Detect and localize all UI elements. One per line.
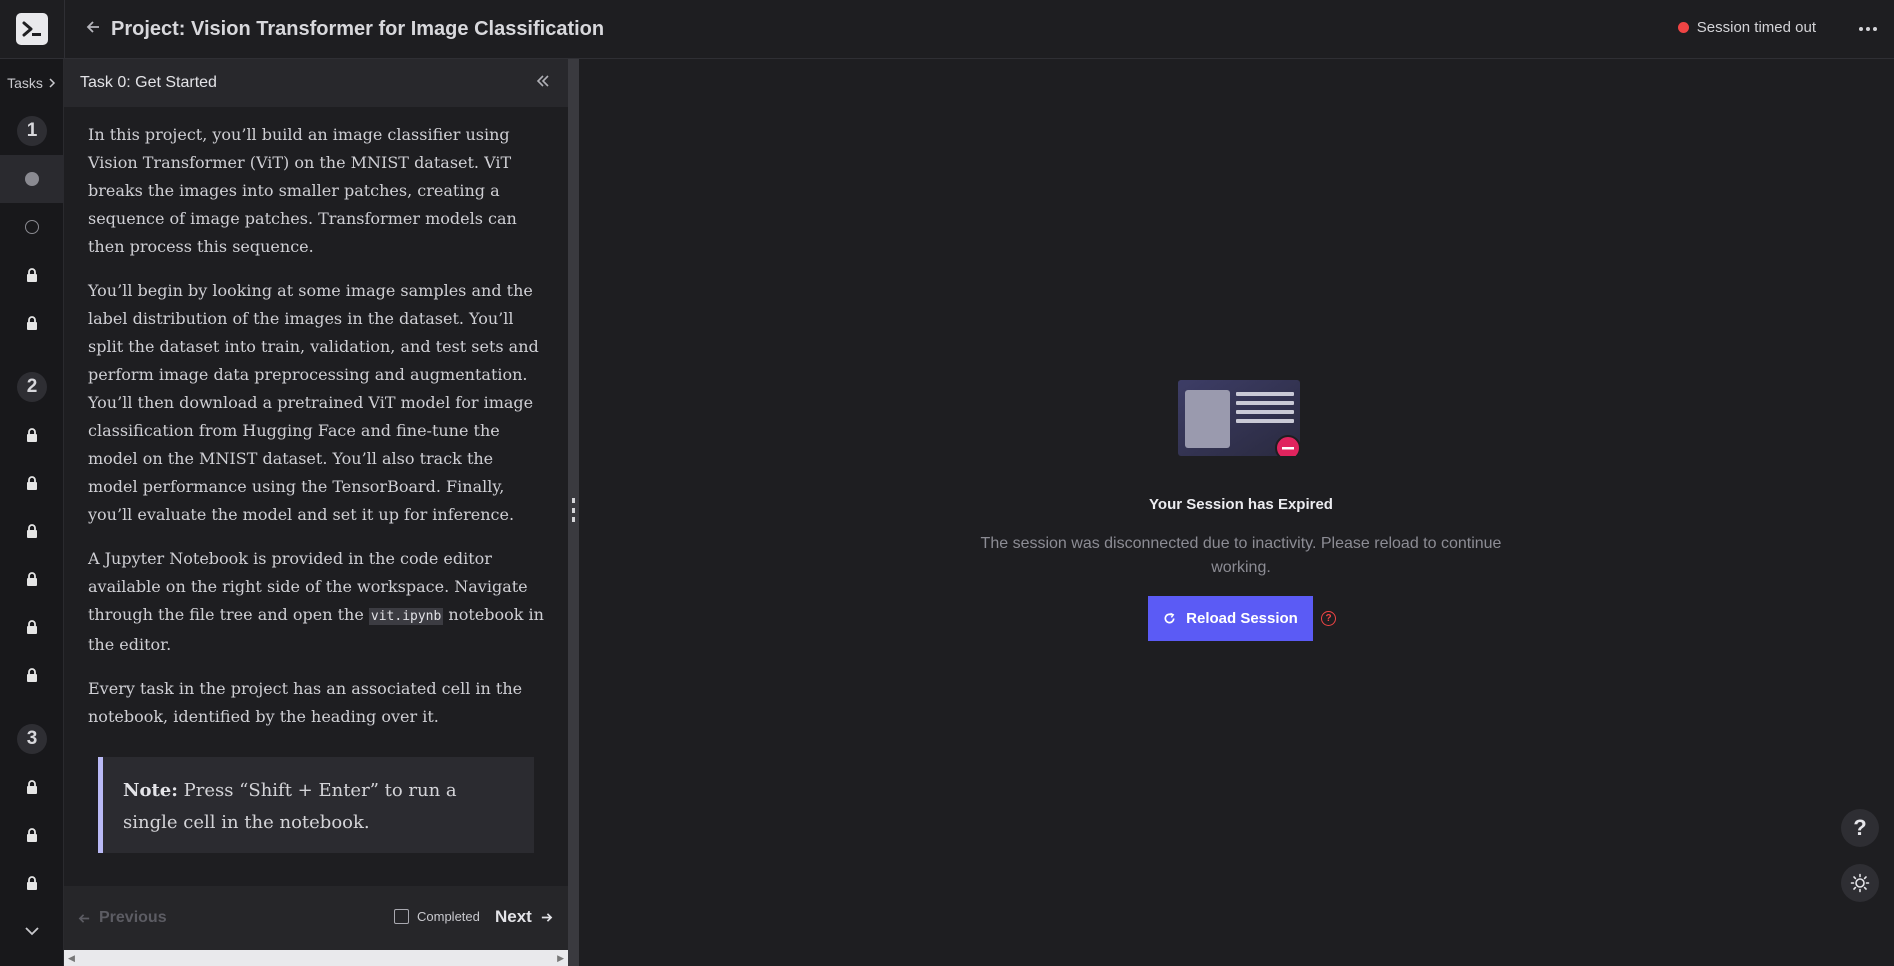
expired-description: The session was disconnected due to inac…	[980, 535, 1502, 576]
completed-label: Completed	[417, 909, 480, 924]
next-button[interactable]: Next	[495, 907, 553, 927]
session-status: Session timed out	[1677, 19, 1816, 36]
lock-icon	[27, 572, 37, 586]
previous-label: Previous	[99, 909, 167, 926]
project-title: Project: Vision Transformer for Image Cl…	[111, 17, 605, 40]
lock-icon	[27, 668, 37, 682]
rail-task-locked[interactable]	[0, 507, 64, 555]
lock-icon	[27, 876, 37, 890]
rail-task-current[interactable]	[0, 155, 64, 203]
help-button[interactable]: ?	[1841, 809, 1879, 847]
lock-icon	[27, 316, 37, 330]
current-task-dot-icon	[25, 172, 39, 186]
rail-section-3[interactable]: 3	[0, 715, 64, 763]
scroll-right-icon[interactable]: ▶	[557, 953, 564, 964]
back-arrow-icon[interactable]	[85, 19, 103, 40]
task-title: Task 0: Get Started	[80, 74, 217, 91]
previous-button[interactable]: Previous	[78, 909, 167, 927]
rail-task-locked[interactable]	[0, 459, 64, 507]
task-paragraph: Every task in the project has an associa…	[88, 679, 523, 726]
task-footer: Previous Completed Next	[64, 886, 568, 950]
rail-task-unlocked[interactable]	[0, 203, 64, 251]
inline-code: vit.ipynb	[368, 608, 444, 625]
horizontal-scrollbar[interactable]: ◀ ▶	[64, 950, 568, 966]
task-content: In this project, you’ll build an image c…	[64, 107, 568, 853]
rail-task-locked[interactable]	[0, 651, 64, 699]
task-rail: Tasks 1 2 3	[0, 59, 64, 966]
chevron-right-icon	[49, 78, 55, 88]
lock-icon	[27, 476, 37, 490]
rail-task-locked[interactable]	[0, 811, 64, 859]
question-mark-icon: ?	[1853, 815, 1867, 840]
note-label: Note:	[123, 780, 178, 801]
rail-task-locked[interactable]	[0, 859, 64, 907]
top-bar: Project: Vision Transformer for Image Cl…	[0, 0, 1894, 59]
sun-icon	[1850, 873, 1870, 893]
incomplete-task-dot-icon	[25, 220, 39, 234]
section-number: 3	[17, 724, 47, 754]
task-paragraph: A Jupyter Notebook is provided in the co…	[88, 545, 544, 659]
terminal-logo-icon[interactable]	[16, 13, 48, 45]
rail-section-1[interactable]: 1	[0, 107, 64, 155]
more-options-icon[interactable]	[1856, 17, 1880, 41]
task-paragraph: You’ll begin by looking at some image sa…	[88, 281, 539, 524]
session-status-label: Session timed out	[1696, 19, 1816, 36]
next-label: Next	[495, 907, 532, 926]
rail-task-locked[interactable]	[0, 763, 64, 811]
task-header: Task 0: Get Started	[64, 59, 568, 107]
help-circle-icon[interactable]: ?	[1321, 611, 1336, 626]
tasks-toggle[interactable]: Tasks	[0, 59, 64, 107]
refresh-icon	[1164, 612, 1175, 624]
expired-title: Your Session has Expired	[1149, 496, 1333, 513]
theme-toggle-button[interactable]	[1841, 864, 1879, 902]
checkbox-box[interactable]	[394, 909, 409, 924]
disconnected-window-icon	[1178, 380, 1301, 456]
reload-session-label: Reload Session	[1186, 610, 1298, 627]
lock-icon	[27, 780, 37, 794]
lock-icon	[27, 268, 37, 282]
task-panel: Task 0: Get Started In this project, you…	[64, 59, 568, 966]
rail-task-locked[interactable]	[0, 251, 64, 299]
lock-icon	[27, 524, 37, 538]
logo-container	[0, 0, 65, 59]
rail-task-locked[interactable]	[0, 299, 64, 347]
lock-icon	[27, 828, 37, 842]
rail-task-locked[interactable]	[0, 555, 64, 603]
lock-icon	[27, 428, 37, 442]
rail-task-locked[interactable]	[0, 603, 64, 651]
chevron-down-icon[interactable]	[0, 907, 64, 955]
rail-section-2[interactable]: 2	[0, 363, 64, 411]
workspace-area: Your Session has Expired The session was…	[579, 59, 1894, 966]
section-number: 2	[17, 372, 47, 402]
collapse-panel-icon[interactable]	[536, 73, 550, 91]
arrow-right-icon	[541, 912, 553, 922]
lock-icon	[27, 620, 37, 634]
reload-session-button[interactable]: Reload Session	[1148, 596, 1313, 641]
completed-checkbox[interactable]: Completed	[394, 909, 480, 924]
arrow-left-icon	[78, 913, 90, 923]
tasks-label: Tasks	[7, 75, 43, 91]
rail-task-locked[interactable]	[0, 411, 64, 459]
section-number: 1	[17, 116, 47, 146]
task-paragraph: In this project, you’ll build an image c…	[88, 125, 517, 256]
panel-resize-handle[interactable]	[568, 59, 579, 966]
note-callout: Note: Press “Shift + Enter” to run a sin…	[98, 757, 534, 853]
drag-handle-icon[interactable]	[572, 498, 575, 522]
scroll-left-icon[interactable]: ◀	[68, 953, 75, 964]
status-dot-icon	[1677, 22, 1689, 33]
